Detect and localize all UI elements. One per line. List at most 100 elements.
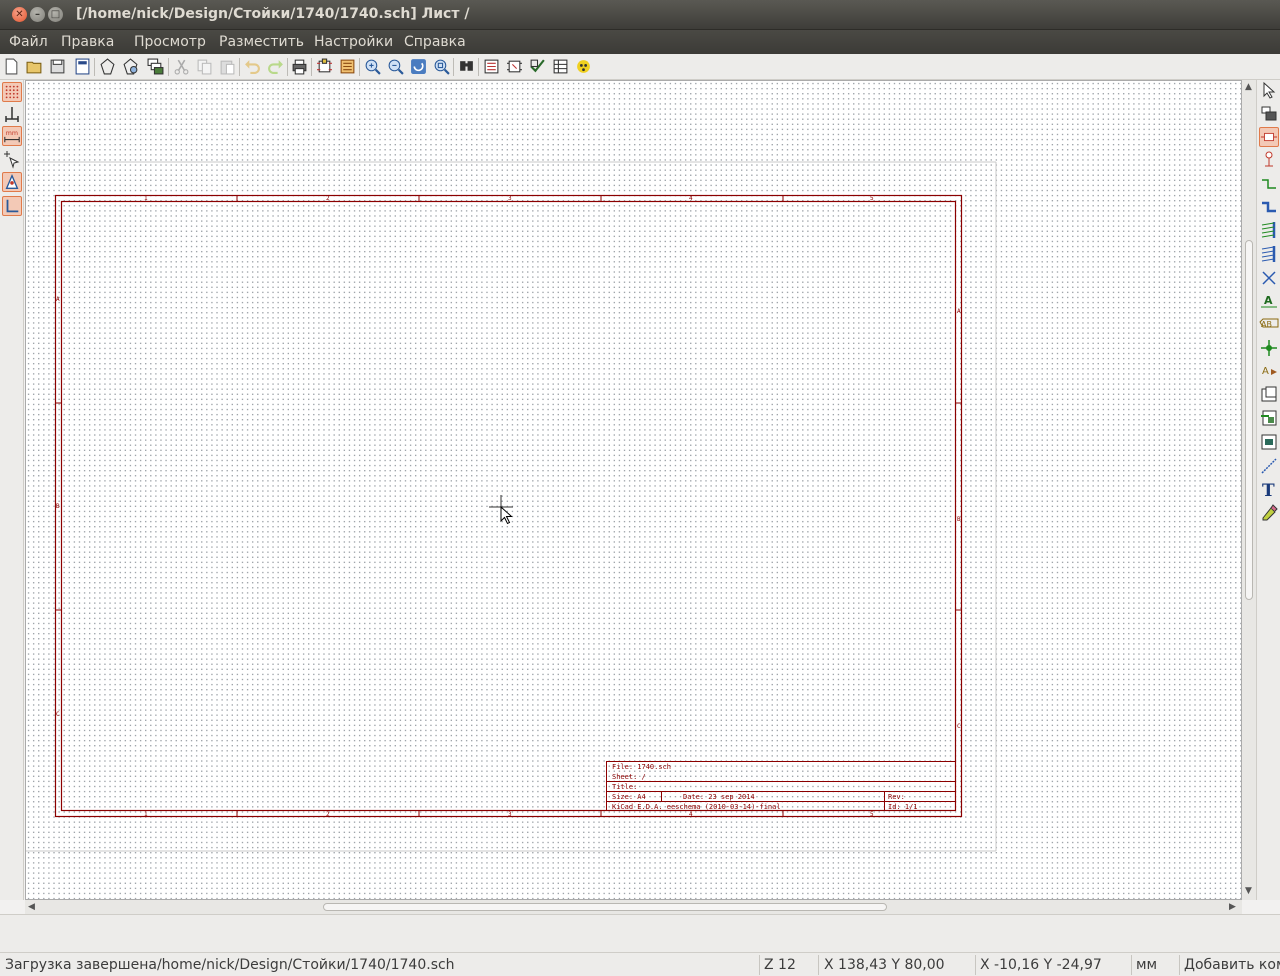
- print-icon[interactable]: [122, 58, 139, 75]
- scroll-down-icon[interactable]: ▼: [1245, 886, 1252, 896]
- right-ruler-label: A: [957, 308, 961, 315]
- new-schematic-icon[interactable]: [3, 58, 20, 75]
- save-sheet-icon[interactable]: [74, 58, 91, 75]
- right-ruler-label: B: [957, 516, 961, 523]
- select-arrow-icon[interactable]: [1259, 80, 1279, 100]
- units-inch-icon[interactable]: [2, 104, 22, 124]
- hierarchy-navigator-icon[interactable]: [147, 58, 164, 75]
- menu-preferences[interactable]: Настройки: [314, 34, 393, 50]
- toolbar-separator: [287, 58, 288, 76]
- menu-help[interactable]: Справка: [404, 34, 466, 50]
- status-units: мм: [1136, 957, 1158, 973]
- save-project-icon[interactable]: [49, 58, 66, 75]
- copy-icon[interactable]: [196, 58, 213, 75]
- bus-to-bus-entry-icon[interactable]: [1259, 244, 1279, 264]
- maximize-window-button[interactable]: □: [48, 7, 63, 22]
- main-toolbar: [0, 54, 1280, 80]
- open-icon[interactable]: [26, 58, 43, 75]
- left-ruler-label: C: [56, 711, 60, 718]
- add-sheet-pin-icon[interactable]: [1259, 432, 1279, 452]
- status-divider: [1131, 955, 1132, 975]
- library-editor-icon[interactable]: [316, 58, 333, 75]
- zoom-in-icon[interactable]: [364, 58, 381, 75]
- horizontal-scrollbar[interactable]: ◀ ▶: [25, 900, 1242, 914]
- zoom-out-icon[interactable]: [387, 58, 404, 75]
- crosshair-cursor-icon: [489, 495, 513, 525]
- horizontal-scroll-thumb[interactable]: [323, 903, 887, 911]
- status-zoom: Z 12: [764, 957, 796, 973]
- right-ruler-label: C: [957, 723, 961, 730]
- page-settings-icon[interactable]: [99, 58, 116, 75]
- grid-toggle-icon[interactable]: [2, 82, 22, 102]
- highlight-net-icon[interactable]: [1259, 104, 1279, 124]
- units-mm-icon[interactable]: mm: [2, 126, 22, 146]
- scroll-right-icon[interactable]: ▶: [1229, 902, 1236, 912]
- import-sheet-pin-icon[interactable]: [1259, 408, 1279, 428]
- add-global-label-icon[interactable]: AB: [1259, 314, 1279, 334]
- add-sheet-icon[interactable]: [1259, 385, 1279, 405]
- status-bar: Загрузка завершена/home/nick/Design/Стой…: [0, 952, 1280, 976]
- undo-icon[interactable]: [244, 58, 261, 75]
- menu-view[interactable]: Просмотр: [134, 34, 206, 50]
- scroll-left-icon[interactable]: ◀: [28, 902, 35, 912]
- add-hierarchical-label-icon[interactable]: A: [1259, 361, 1279, 381]
- toolbar-separator: [311, 58, 312, 76]
- redo-icon[interactable]: [267, 58, 284, 75]
- vertical-scrollbar[interactable]: ▲ ▼: [1242, 80, 1256, 900]
- svg-text:AB: AB: [1261, 320, 1272, 329]
- title-block-size: Size: A4: [612, 793, 646, 801]
- add-graphic-line-icon[interactable]: [1259, 456, 1279, 476]
- toolbar-separator: [239, 58, 240, 76]
- toolbar-separator: [478, 58, 479, 76]
- erc-icon[interactable]: [529, 58, 546, 75]
- wire-to-bus-entry-icon[interactable]: [1259, 220, 1279, 240]
- title-block-id: Id: 1/1: [888, 803, 918, 811]
- title-block-file: File: 1740.sch: [612, 763, 671, 771]
- menu-edit[interactable]: Правка: [61, 34, 114, 50]
- netlist-icon[interactable]: [483, 58, 500, 75]
- toolbar-separator: [453, 58, 454, 76]
- add-component-icon[interactable]: [1259, 127, 1279, 147]
- minimize-window-button[interactable]: –: [30, 7, 45, 22]
- left-ruler-label: B: [56, 503, 60, 510]
- add-bus-icon[interactable]: [1259, 197, 1279, 217]
- library-browser-icon[interactable]: [339, 58, 356, 75]
- annotate-icon[interactable]: [506, 58, 523, 75]
- close-window-button[interactable]: ✕: [12, 7, 27, 22]
- zoom-fit-icon[interactable]: [433, 58, 450, 75]
- svg-text:A: A: [1264, 294, 1273, 307]
- window-title: [/home/nick/Design/Стойки/1740/1740.sch]…: [76, 6, 470, 22]
- find-icon[interactable]: [458, 58, 475, 75]
- paste-icon[interactable]: [219, 58, 236, 75]
- add-text-icon[interactable]: T: [1259, 479, 1279, 499]
- wire-angle-icon[interactable]: [2, 196, 22, 216]
- pcbnew-icon[interactable]: [575, 58, 592, 75]
- cut-icon[interactable]: [173, 58, 190, 75]
- status-message: Загрузка завершена/home/nick/Design/Стой…: [5, 957, 455, 973]
- menu-place[interactable]: Разместить: [219, 34, 304, 50]
- status-divider: [759, 955, 760, 975]
- title-block: File: 1740.sch Sheet: / Title: Size: A4 …: [606, 761, 956, 811]
- print2-icon[interactable]: [291, 58, 308, 75]
- add-power-icon[interactable]: [1259, 150, 1279, 170]
- cursor-shape-icon[interactable]: [2, 150, 22, 170]
- hidden-pins-icon[interactable]: [2, 172, 22, 192]
- add-net-label-icon[interactable]: A: [1259, 291, 1279, 311]
- menu-file[interactable]: Файл: [9, 34, 48, 50]
- title-block-date: Date: 23 sep 2014: [683, 793, 755, 801]
- top-ruler-label: 1: [144, 195, 148, 202]
- no-connect-icon[interactable]: [1259, 268, 1279, 288]
- add-junction-icon[interactable]: [1259, 338, 1279, 358]
- schematic-canvas[interactable]: 1 2 3 4 5 1 2 3 4 5 A B C A B C File: 17…: [25, 80, 1242, 900]
- top-ruler-label: 2: [326, 195, 330, 202]
- left-ruler-label: A: [56, 296, 60, 303]
- scroll-up-icon[interactable]: ▲: [1245, 82, 1252, 92]
- redraw-icon[interactable]: [410, 58, 427, 75]
- footprint-assign-icon[interactable]: [552, 58, 569, 75]
- vertical-scroll-thumb[interactable]: [1245, 240, 1253, 600]
- delete-item-icon[interactable]: [1259, 502, 1279, 522]
- status-absolute-coords: X 138,43 Y 80,00: [824, 957, 945, 973]
- menu-bar: Файл Правка Просмотр Разместить Настройк…: [0, 30, 1280, 54]
- add-wire-icon[interactable]: [1259, 174, 1279, 194]
- title-block-sheet: Sheet: /: [612, 773, 646, 781]
